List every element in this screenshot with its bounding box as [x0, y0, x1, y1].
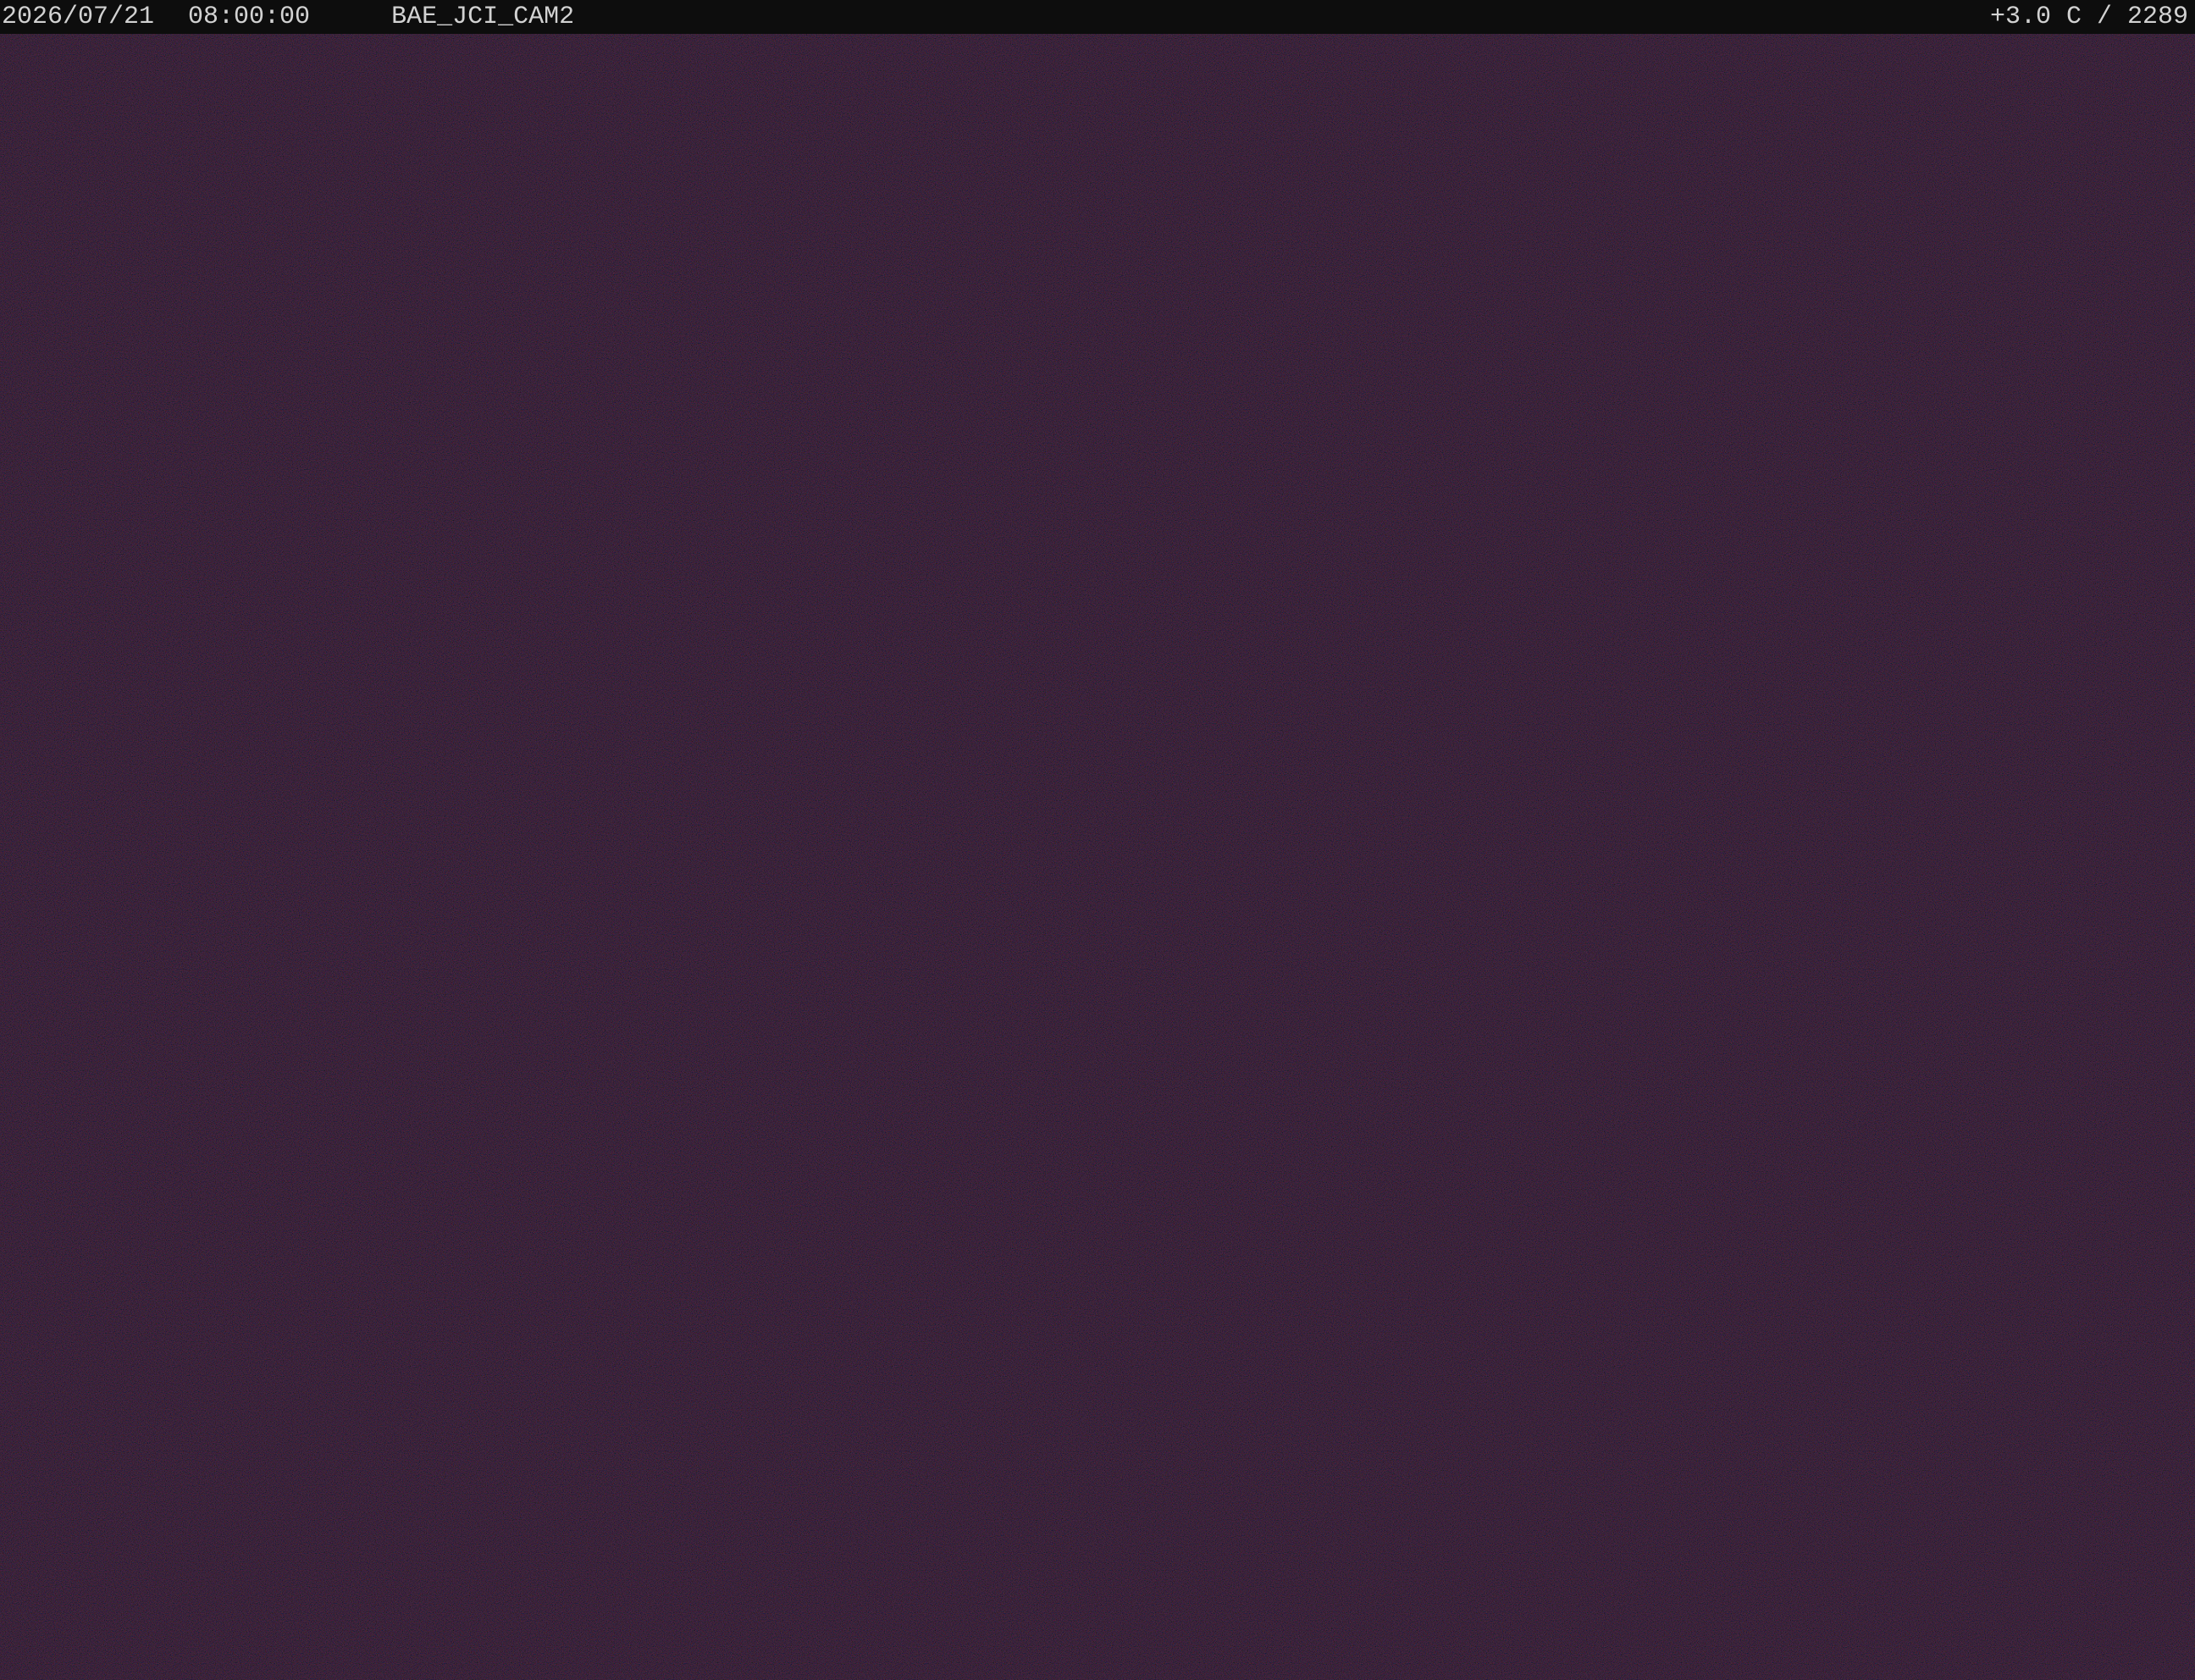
night-scene-noise [0, 34, 2195, 1680]
scene-grain [0, 34, 2195, 1680]
camera-frame: 2026/07/21 08:00:00 BAE_JCI_CAM2 +3.0 C … [0, 0, 2195, 1680]
camera-name: BAE_JCI_CAM2 [391, 3, 575, 31]
timestamp-date: 2026/07/21 [2, 3, 155, 31]
overlay-left-group: 2026/07/21 08:00:00 BAE_JCI_CAM2 [2, 0, 574, 34]
camera-info-overlay: 2026/07/21 08:00:00 BAE_JCI_CAM2 +3.0 C … [0, 0, 2195, 34]
timestamp-time: 08:00:00 [188, 3, 311, 31]
temperature-readout: +3.0 C / 2289 [1989, 3, 2188, 31]
